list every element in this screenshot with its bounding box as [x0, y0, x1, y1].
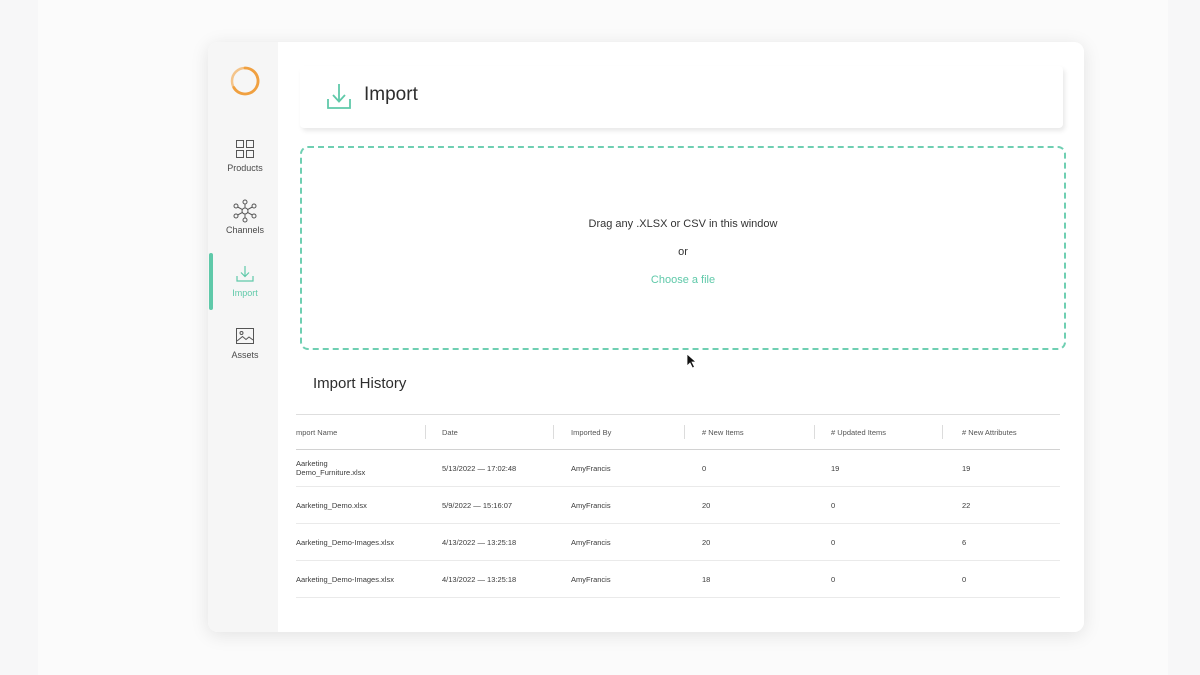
column-header-new-items[interactable]: # New Items	[702, 415, 744, 449]
cell-date: 5/13/2022 — 17:02:48	[442, 463, 517, 473]
logo-icon	[230, 66, 260, 96]
page-header: Import	[300, 66, 1063, 128]
grid-icon	[236, 140, 254, 158]
network-icon	[233, 199, 257, 223]
file-dropzone[interactable]: Drag any .XLSX or CSV in this window or …	[300, 146, 1066, 350]
column-divider	[425, 425, 426, 439]
cell-imported-by: AmyFrancis	[571, 574, 611, 584]
column-header-import-name[interactable]: mport Name	[296, 415, 426, 449]
column-header-updated-items[interactable]: # Updated Items	[831, 415, 886, 449]
column-divider	[684, 425, 685, 439]
sidebar-item-import[interactable]: Import	[208, 264, 282, 298]
table-row[interactable]: Aarketing_Demo-Images.xlsx 4/13/2022 — 1…	[296, 524, 1060, 561]
cell-new-attributes: 19	[962, 463, 971, 473]
column-divider	[553, 425, 554, 439]
download-icon	[327, 84, 351, 109]
import-history-title: Import History	[313, 375, 407, 392]
cell-import-name: Aarketing_Demo-Images.xlsx	[296, 537, 394, 547]
cell-import-name: Aarketing_Demo-Images.xlsx	[296, 574, 394, 584]
table-row[interactable]: Aarketing Demo_Furniture.xlsx 5/13/2022 …	[296, 450, 1060, 487]
sidebar-item-products[interactable]: Products	[208, 139, 282, 173]
cell-new-attributes: 0	[962, 574, 967, 584]
column-divider	[942, 425, 943, 439]
cell-updated-items: 0	[831, 574, 836, 584]
cell-imported-by: AmyFrancis	[571, 500, 611, 510]
cell-updated-items: 0	[831, 537, 836, 547]
app-window: Products Channels Import Assets Import D…	[208, 42, 1084, 632]
sidebar-item-label: Channels	[225, 225, 265, 235]
table-row[interactable]: Aarketing_Demo-Images.xlsx 4/13/2022 — 1…	[296, 561, 1060, 598]
choose-file-link[interactable]: Choose a file	[302, 274, 1064, 286]
cell-import-name: Aarketing Demo_Furniture.xlsx	[296, 459, 366, 477]
import-history-table: mport Name Date Imported By # New Items …	[296, 414, 1060, 598]
main-content: Import Drag any .XLSX or CSV in this win…	[278, 42, 1084, 632]
cell-date: 4/13/2022 — 13:25:18	[442, 574, 517, 584]
cell-new-items: 18	[702, 574, 711, 584]
cell-date: 5/9/2022 — 15:16:07	[442, 500, 513, 510]
page-title: Import	[364, 84, 418, 105]
sidebar-item-label: Import	[232, 288, 258, 298]
cell-new-attributes: 22	[962, 500, 971, 510]
cell-new-attributes: 6	[962, 537, 967, 547]
sidebar-item-assets[interactable]: Assets	[208, 326, 282, 360]
cell-updated-items: 0	[831, 500, 836, 510]
sidebar: Products Channels Import Assets	[208, 42, 278, 632]
cell-imported-by: AmyFrancis	[571, 463, 611, 473]
image-icon	[236, 328, 254, 344]
cell-import-name: Aarketing_Demo.xlsx	[296, 500, 367, 510]
mouse-cursor-icon	[686, 353, 698, 369]
table-row[interactable]: Aarketing_Demo.xlsx 5/9/2022 — 15:16:07 …	[296, 487, 1060, 524]
column-divider	[814, 425, 815, 439]
cell-new-items: 20	[702, 500, 711, 510]
cell-date: 4/13/2022 — 13:25:18	[442, 537, 517, 547]
dropzone-instruction: Drag any .XLSX or CSV in this window	[588, 218, 778, 230]
sidebar-item-channels[interactable]: Channels	[208, 199, 282, 235]
dropzone-or-text: or	[678, 246, 688, 258]
sidebar-item-label: Products	[227, 163, 263, 173]
cell-updated-items: 19	[831, 463, 840, 473]
cell-new-items: 0	[702, 463, 707, 473]
table-header: mport Name Date Imported By # New Items …	[296, 414, 1060, 450]
cell-imported-by: AmyFrancis	[571, 537, 611, 547]
column-header-imported-by[interactable]: Imported By	[571, 415, 611, 449]
cell-new-items: 20	[702, 537, 711, 547]
download-icon	[236, 266, 254, 282]
column-header-new-attributes[interactable]: # New Attributes	[962, 415, 1017, 449]
sidebar-item-label: Assets	[231, 350, 259, 360]
column-header-date[interactable]: Date	[442, 415, 458, 449]
